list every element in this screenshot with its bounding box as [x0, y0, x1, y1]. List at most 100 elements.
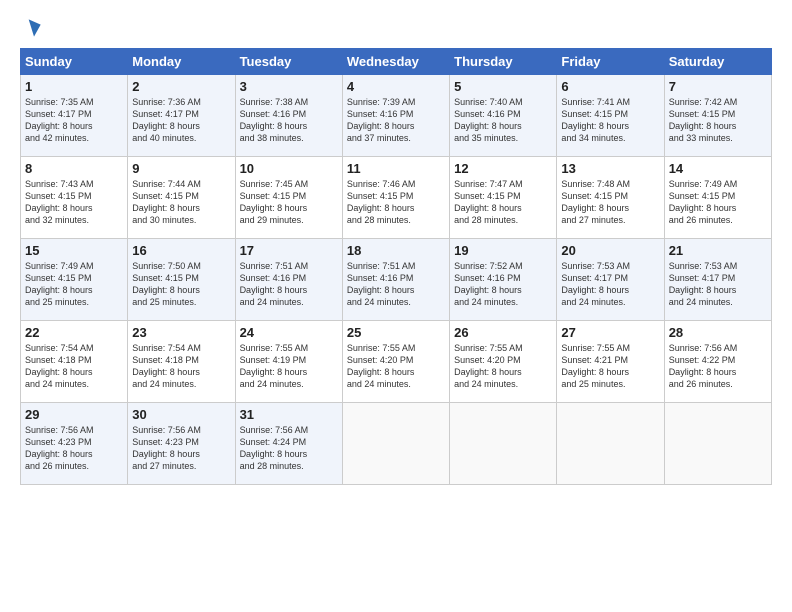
- calendar-cell: 8Sunrise: 7:43 AM Sunset: 4:15 PM Daylig…: [21, 157, 128, 239]
- day-info: Sunrise: 7:55 AM Sunset: 4:20 PM Dayligh…: [347, 342, 445, 391]
- day-info: Sunrise: 7:55 AM Sunset: 4:21 PM Dayligh…: [561, 342, 659, 391]
- day-info: Sunrise: 7:56 AM Sunset: 4:23 PM Dayligh…: [25, 424, 123, 473]
- day-info: Sunrise: 7:44 AM Sunset: 4:15 PM Dayligh…: [132, 178, 230, 227]
- day-number: 20: [561, 243, 659, 258]
- day-number: 3: [240, 79, 338, 94]
- calendar-week-2: 8Sunrise: 7:43 AM Sunset: 4:15 PM Daylig…: [21, 157, 772, 239]
- day-info: Sunrise: 7:51 AM Sunset: 4:16 PM Dayligh…: [347, 260, 445, 309]
- logo-icon: [22, 18, 42, 38]
- day-info: Sunrise: 7:46 AM Sunset: 4:15 PM Dayligh…: [347, 178, 445, 227]
- calendar-cell: 25Sunrise: 7:55 AM Sunset: 4:20 PM Dayli…: [342, 321, 449, 403]
- calendar-cell: 31 Sunrise: 7:56 AM Sunset: 4:24 PM Dayli…: [235, 403, 342, 485]
- day-number: 21: [669, 243, 767, 258]
- day-number: 9: [132, 161, 230, 176]
- day-info: Sunrise: 7:39 AM Sunset: 4:16 PM Dayligh…: [347, 96, 445, 145]
- day-info: Sunrise: 7:40 AM Sunset: 4:16 PM Dayligh…: [454, 96, 552, 145]
- day-number: 19: [454, 243, 552, 258]
- day-number: 6: [561, 79, 659, 94]
- calendar-week-5: 29Sunrise: 7:56 AM Sunset: 4:23 PM Dayli…: [21, 403, 772, 485]
- day-number: 14: [669, 161, 767, 176]
- day-info: Sunrise: 7:53 AM Sunset: 4:17 PM Dayligh…: [561, 260, 659, 309]
- header-day-monday: Monday: [128, 49, 235, 75]
- day-info: Sunrise: 7:48 AM Sunset: 4:15 PM Dayligh…: [561, 178, 659, 227]
- calendar-cell: [450, 403, 557, 485]
- day-number: 27: [561, 325, 659, 340]
- calendar-cell: 3Sunrise: 7:38 AM Sunset: 4:16 PM Daylig…: [235, 75, 342, 157]
- calendar-cell: 1 Sunrise: 7:35 AM Sunset: 4:17 PM Daylig…: [21, 75, 128, 157]
- day-number: 23: [132, 325, 230, 340]
- calendar-cell: 20 Sunrise: 7:53 AM Sunset: 4:17 PM Dayli…: [557, 239, 664, 321]
- day-number: 7: [669, 79, 767, 94]
- day-info: Sunrise: 7:54 AM Sunset: 4:18 PM Dayligh…: [132, 342, 230, 391]
- day-number: 28: [669, 325, 767, 340]
- day-number: 4: [347, 79, 445, 94]
- calendar-cell: 13 Sunrise: 7:48 AM Sunset: 4:15 PM Dayli…: [557, 157, 664, 239]
- calendar-body: 1 Sunrise: 7:35 AM Sunset: 4:17 PM Daylig…: [21, 75, 772, 485]
- calendar-week-3: 15 Sunrise: 7:49 AM Sunset: 4:15 PM Dayli…: [21, 239, 772, 321]
- calendar-cell: 24Sunrise: 7:55 AM Sunset: 4:19 PM Dayli…: [235, 321, 342, 403]
- day-info: Sunrise: 7:49 AM Sunset: 4:15 PM Dayligh…: [669, 178, 767, 227]
- page-header: [20, 18, 772, 38]
- calendar-cell: 7 Sunrise: 7:42 AM Sunset: 4:15 PM Daylig…: [664, 75, 771, 157]
- day-number: 2: [132, 79, 230, 94]
- calendar-cell: 9 Sunrise: 7:44 AM Sunset: 4:15 PM Daylig…: [128, 157, 235, 239]
- day-info: Sunrise: 7:56 AM Sunset: 4:22 PM Dayligh…: [669, 342, 767, 391]
- header-day-wednesday: Wednesday: [342, 49, 449, 75]
- day-number: 30: [132, 407, 230, 422]
- calendar-cell: 22 Sunrise: 7:54 AM Sunset: 4:18 PM Dayli…: [21, 321, 128, 403]
- calendar-cell: 14 Sunrise: 7:49 AM Sunset: 4:15 PM Dayli…: [664, 157, 771, 239]
- day-number: 10: [240, 161, 338, 176]
- calendar-table: SundayMondayTuesdayWednesdayThursdayFrid…: [20, 48, 772, 485]
- day-number: 16: [132, 243, 230, 258]
- day-info: Sunrise: 7:49 AM Sunset: 4:15 PM Dayligh…: [25, 260, 123, 309]
- calendar-cell: 4 Sunrise: 7:39 AM Sunset: 4:16 PM Daylig…: [342, 75, 449, 157]
- day-info: Sunrise: 7:43 AM Sunset: 4:15 PM Dayligh…: [25, 178, 123, 227]
- calendar-cell: 21 Sunrise: 7:53 AM Sunset: 4:17 PM Dayli…: [664, 239, 771, 321]
- header-day-saturday: Saturday: [664, 49, 771, 75]
- calendar-cell: 19Sunrise: 7:52 AM Sunset: 4:16 PM Dayli…: [450, 239, 557, 321]
- logo: [20, 18, 42, 38]
- calendar-cell: 2 Sunrise: 7:36 AM Sunset: 4:17 PM Daylig…: [128, 75, 235, 157]
- calendar-cell: 12 Sunrise: 7:47 AM Sunset: 4:15 PM Dayli…: [450, 157, 557, 239]
- calendar-cell: 5 Sunrise: 7:40 AM Sunset: 4:16 PM Daylig…: [450, 75, 557, 157]
- day-number: 17: [240, 243, 338, 258]
- calendar-cell: 17Sunrise: 7:51 AM Sunset: 4:16 PM Dayli…: [235, 239, 342, 321]
- day-number: 13: [561, 161, 659, 176]
- header-day-thursday: Thursday: [450, 49, 557, 75]
- calendar-cell: 27 Sunrise: 7:55 AM Sunset: 4:21 PM Dayli…: [557, 321, 664, 403]
- day-number: 24: [240, 325, 338, 340]
- calendar-cell: 10 Sunrise: 7:45 AM Sunset: 4:15 PM Dayli…: [235, 157, 342, 239]
- day-number: 12: [454, 161, 552, 176]
- day-info: Sunrise: 7:35 AM Sunset: 4:17 PM Dayligh…: [25, 96, 123, 145]
- day-number: 1: [25, 79, 123, 94]
- calendar-cell: 30 Sunrise: 7:56 AM Sunset: 4:23 PM Dayli…: [128, 403, 235, 485]
- day-number: 22: [25, 325, 123, 340]
- day-info: Sunrise: 7:36 AM Sunset: 4:17 PM Dayligh…: [132, 96, 230, 145]
- day-number: 15: [25, 243, 123, 258]
- day-info: Sunrise: 7:56 AM Sunset: 4:24 PM Dayligh…: [240, 424, 338, 473]
- day-number: 26: [454, 325, 552, 340]
- calendar-cell: [342, 403, 449, 485]
- day-info: Sunrise: 7:45 AM Sunset: 4:15 PM Dayligh…: [240, 178, 338, 227]
- day-info: Sunrise: 7:55 AM Sunset: 4:20 PM Dayligh…: [454, 342, 552, 391]
- day-info: Sunrise: 7:54 AM Sunset: 4:18 PM Dayligh…: [25, 342, 123, 391]
- calendar-cell: 26 Sunrise: 7:55 AM Sunset: 4:20 PM Dayli…: [450, 321, 557, 403]
- day-info: Sunrise: 7:41 AM Sunset: 4:15 PM Dayligh…: [561, 96, 659, 145]
- calendar-cell: 6 Sunrise: 7:41 AM Sunset: 4:15 PM Daylig…: [557, 75, 664, 157]
- calendar-week-1: 1 Sunrise: 7:35 AM Sunset: 4:17 PM Daylig…: [21, 75, 772, 157]
- day-number: 18: [347, 243, 445, 258]
- calendar-cell: 29Sunrise: 7:56 AM Sunset: 4:23 PM Dayli…: [21, 403, 128, 485]
- calendar-week-4: 22 Sunrise: 7:54 AM Sunset: 4:18 PM Dayli…: [21, 321, 772, 403]
- day-info: Sunrise: 7:42 AM Sunset: 4:15 PM Dayligh…: [669, 96, 767, 145]
- day-info: Sunrise: 7:53 AM Sunset: 4:17 PM Dayligh…: [669, 260, 767, 309]
- day-info: Sunrise: 7:56 AM Sunset: 4:23 PM Dayligh…: [132, 424, 230, 473]
- day-info: Sunrise: 7:47 AM Sunset: 4:15 PM Dayligh…: [454, 178, 552, 227]
- calendar-cell: 16 Sunrise: 7:50 AM Sunset: 4:15 PM Dayli…: [128, 239, 235, 321]
- calendar-cell: 11Sunrise: 7:46 AM Sunset: 4:15 PM Dayli…: [342, 157, 449, 239]
- calendar-header-row: SundayMondayTuesdayWednesdayThursdayFrid…: [21, 49, 772, 75]
- header-day-tuesday: Tuesday: [235, 49, 342, 75]
- day-info: Sunrise: 7:50 AM Sunset: 4:15 PM Dayligh…: [132, 260, 230, 309]
- day-number: 31: [240, 407, 338, 422]
- calendar-cell: 18 Sunrise: 7:51 AM Sunset: 4:16 PM Dayli…: [342, 239, 449, 321]
- day-number: 5: [454, 79, 552, 94]
